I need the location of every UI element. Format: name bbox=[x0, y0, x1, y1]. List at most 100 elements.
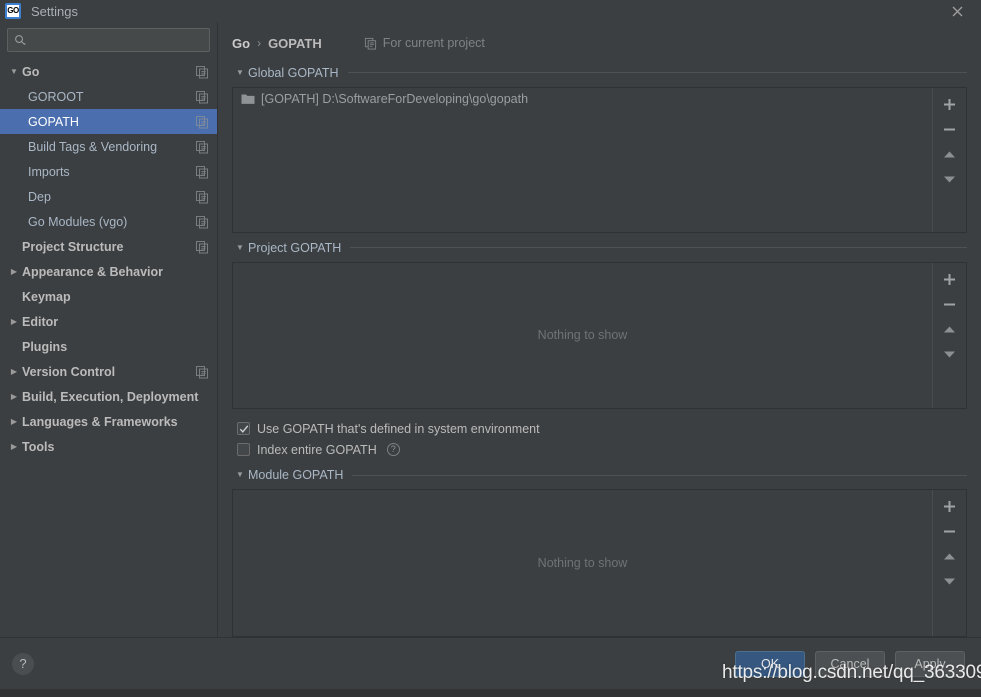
scope-note: For current project bbox=[364, 36, 485, 50]
sidebar-item-appearance-behavior[interactable]: ▶Appearance & Behavior bbox=[0, 259, 217, 284]
chevron-right-icon[interactable]: ▶ bbox=[6, 393, 22, 401]
add-icon[interactable] bbox=[935, 494, 965, 519]
copy-icon[interactable] bbox=[195, 140, 209, 154]
chevron-right-icon[interactable]: ▶ bbox=[6, 443, 22, 451]
chevron-right-icon[interactable]: ▶ bbox=[6, 418, 22, 426]
copy-icon[interactable] bbox=[195, 215, 209, 229]
sidebar-item-label: Build, Execution, Deployment bbox=[22, 390, 209, 404]
cancel-button[interactable]: Cancel bbox=[815, 651, 885, 677]
ok-button[interactable]: OK bbox=[735, 651, 805, 677]
module-gopath-items: Nothing to show bbox=[233, 490, 932, 636]
chevron-down-icon[interactable]: ▼ bbox=[232, 244, 248, 252]
search-icon bbox=[14, 34, 27, 47]
module-gopath-toolbar bbox=[932, 490, 966, 636]
settings-dialog: GO Settings ▼GoGOROOTGOPATHBui bbox=[0, 0, 981, 689]
checkbox-label: Use GOPATH that's defined in system envi… bbox=[257, 422, 540, 436]
sidebar-item-imports[interactable]: Imports bbox=[0, 159, 217, 184]
sidebar-item-plugins[interactable]: Plugins bbox=[0, 334, 217, 359]
global-gopath-items: [GOPATH] D:\SoftwareForDeveloping\go\gop… bbox=[233, 88, 932, 232]
breadcrumb-separator: › bbox=[257, 36, 261, 50]
move-up-icon[interactable] bbox=[935, 317, 965, 342]
sidebar-item-label: Plugins bbox=[22, 340, 209, 354]
settings-content: Go › GOPATH For current project ▼ Global… bbox=[218, 22, 981, 637]
copy-icon[interactable] bbox=[195, 190, 209, 204]
copy-icon[interactable] bbox=[195, 365, 209, 379]
move-up-icon[interactable] bbox=[935, 544, 965, 569]
copy-icon[interactable] bbox=[195, 65, 209, 79]
sidebar-item-label: Go Modules (vgo) bbox=[28, 215, 195, 229]
sidebar-item-label: Project Structure bbox=[22, 240, 195, 254]
chevron-right-icon[interactable]: ▶ bbox=[6, 318, 22, 326]
add-icon[interactable] bbox=[935, 92, 965, 117]
search-box[interactable] bbox=[7, 28, 210, 52]
breadcrumb: Go › GOPATH For current project bbox=[232, 22, 967, 58]
search-input[interactable] bbox=[27, 32, 203, 48]
sidebar-item-go-modules-vgo[interactable]: Go Modules (vgo) bbox=[0, 209, 217, 234]
section-header-module[interactable]: ▼ Module GOPATH bbox=[232, 466, 967, 484]
sidebar-item-gopath[interactable]: GOPATH bbox=[0, 109, 217, 134]
sidebar-item-keymap[interactable]: Keymap bbox=[0, 284, 217, 309]
copy-icon[interactable] bbox=[195, 90, 209, 104]
go-logo-icon: GO bbox=[5, 3, 21, 19]
dialog-footer: ? OKCancelApply https://blog.csdn.net/qq… bbox=[0, 637, 981, 689]
add-icon[interactable] bbox=[935, 267, 965, 292]
empty-state-text: Nothing to show bbox=[233, 556, 932, 570]
checkbox-box[interactable] bbox=[237, 443, 250, 456]
remove-icon[interactable] bbox=[935, 117, 965, 142]
sidebar-item-label: Languages & Frameworks bbox=[22, 415, 209, 429]
settings-sidebar: ▼GoGOROOTGOPATHBuild Tags & VendoringImp… bbox=[0, 22, 218, 637]
global-gopath-toolbar bbox=[932, 88, 966, 232]
remove-icon[interactable] bbox=[935, 519, 965, 544]
checkbox-label: Index entire GOPATH bbox=[257, 443, 377, 457]
sidebar-item-label: Dep bbox=[28, 190, 195, 204]
section-header-project[interactable]: ▼ Project GOPATH bbox=[232, 239, 967, 257]
sidebar-item-project-structure[interactable]: Project Structure bbox=[0, 234, 217, 259]
sidebar-item-editor[interactable]: ▶Editor bbox=[0, 309, 217, 334]
apply-button[interactable]: Apply bbox=[895, 651, 965, 677]
move-down-icon[interactable] bbox=[935, 569, 965, 594]
sidebar-item-version-control[interactable]: ▶Version Control bbox=[0, 359, 217, 384]
section-divider bbox=[348, 72, 967, 73]
help-button[interactable]: ? bbox=[12, 653, 34, 675]
sidebar-item-build-execution-deployment[interactable]: ▶Build, Execution, Deployment bbox=[0, 384, 217, 409]
sidebar-item-tools[interactable]: ▶Tools bbox=[0, 434, 217, 459]
breadcrumb-root[interactable]: Go bbox=[232, 36, 250, 51]
gopath-options: Use GOPATH that's defined in system envi… bbox=[232, 409, 967, 460]
move-down-icon[interactable] bbox=[935, 167, 965, 192]
sidebar-item-build-tags-vendoring[interactable]: Build Tags & Vendoring bbox=[0, 134, 217, 159]
list-item[interactable]: [GOPATH] D:\SoftwareForDeveloping\go\gop… bbox=[233, 88, 932, 110]
chevron-down-icon[interactable]: ▼ bbox=[232, 69, 248, 77]
sidebar-item-languages-frameworks[interactable]: ▶Languages & Frameworks bbox=[0, 409, 217, 434]
move-up-icon[interactable] bbox=[935, 142, 965, 167]
section-title-module: Module GOPATH bbox=[248, 468, 343, 482]
sidebar-item-go[interactable]: ▼Go bbox=[0, 59, 217, 84]
sidebar-item-goroot[interactable]: GOROOT bbox=[0, 84, 217, 109]
chevron-right-icon[interactable]: ▶ bbox=[6, 268, 22, 276]
checkbox-use-system-gopath[interactable]: Use GOPATH that's defined in system envi… bbox=[237, 418, 967, 439]
close-icon[interactable] bbox=[947, 1, 967, 21]
chevron-right-icon[interactable]: ▶ bbox=[6, 368, 22, 376]
checkbox-index-entire-gopath[interactable]: Index entire GOPATH ? bbox=[237, 439, 967, 460]
sidebar-item-label: Build Tags & Vendoring bbox=[28, 140, 195, 154]
checkbox-box[interactable] bbox=[237, 422, 250, 435]
empty-state-text: Nothing to show bbox=[233, 328, 932, 342]
section-divider bbox=[350, 247, 967, 248]
sidebar-item-label: Appearance & Behavior bbox=[22, 265, 209, 279]
help-icon[interactable]: ? bbox=[387, 443, 400, 456]
chevron-down-icon[interactable]: ▼ bbox=[6, 68, 22, 76]
copy-icon[interactable] bbox=[195, 115, 209, 129]
footer-buttons: OK Cancel Apply bbox=[735, 651, 965, 677]
section-header-global[interactable]: ▼ Global GOPATH bbox=[232, 64, 967, 82]
project-gopath-list: Nothing to show bbox=[232, 262, 967, 410]
project-gopath-toolbar bbox=[932, 263, 966, 409]
copy-icon[interactable] bbox=[195, 165, 209, 179]
sidebar-item-dep[interactable]: Dep bbox=[0, 184, 217, 209]
section-divider bbox=[352, 475, 967, 476]
remove-icon[interactable] bbox=[935, 292, 965, 317]
copy-icon bbox=[364, 37, 377, 50]
sidebar-item-label: Go bbox=[22, 65, 195, 79]
move-down-icon[interactable] bbox=[935, 342, 965, 367]
window-title: Settings bbox=[31, 4, 78, 19]
chevron-down-icon[interactable]: ▼ bbox=[232, 471, 248, 479]
copy-icon[interactable] bbox=[195, 240, 209, 254]
